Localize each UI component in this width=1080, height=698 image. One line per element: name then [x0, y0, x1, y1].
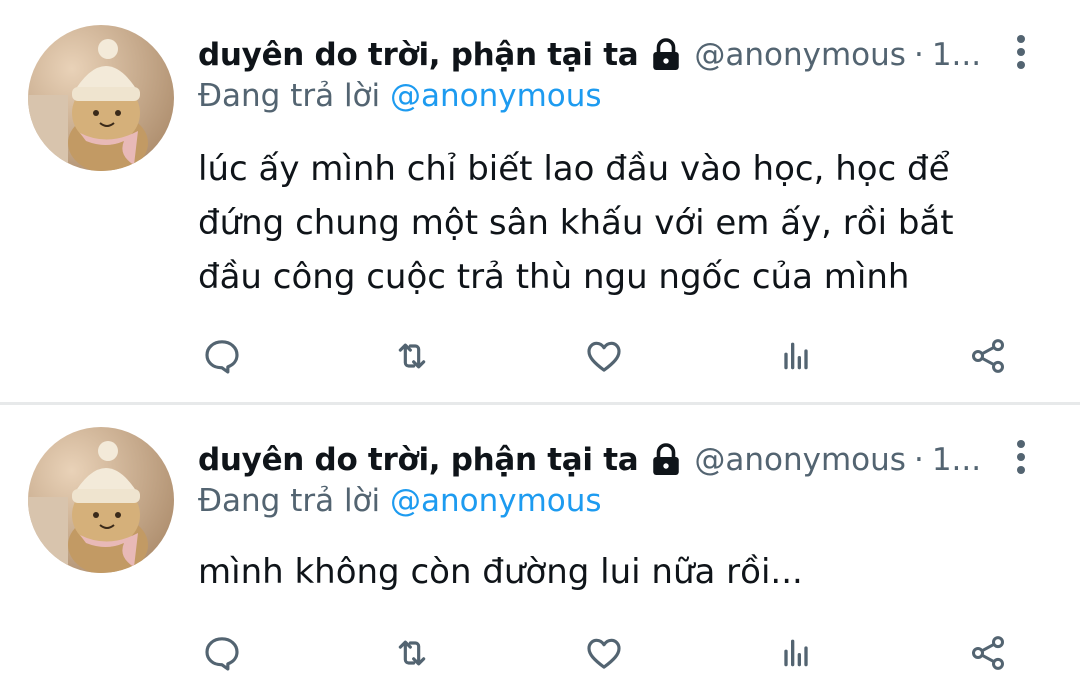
timestamp[interactable]: 1... [932, 442, 981, 478]
lock-icon [648, 442, 684, 478]
separator-dot: · [913, 37, 924, 73]
replying-to: Đang trả lời @anonymous [198, 483, 602, 527]
retweet-icon[interactable] [390, 631, 434, 675]
tweet-actions [0, 334, 1080, 384]
tweet[interactable]: duyên do trời, phận tại ta @anonymous · … [0, 0, 1080, 403]
more-vertical-icon[interactable] [1006, 437, 1036, 477]
replying-prefix: Đang trả lời [198, 483, 381, 519]
tweet-actions [0, 631, 1080, 681]
tweet-text: lúc ấy mình chỉ biết lao đầu vào học, họ… [198, 149, 954, 297]
timestamp[interactable]: 1... [932, 37, 981, 73]
display-name[interactable]: duyên do trời, phận tại ta [198, 442, 639, 478]
avatar-image [28, 25, 174, 171]
retweet-icon[interactable] [390, 334, 434, 378]
lock-icon [648, 37, 684, 73]
replying-prefix: Đang trả lời [198, 78, 381, 114]
user-handle[interactable]: @anonymous [694, 442, 906, 478]
share-icon[interactable] [966, 631, 1010, 675]
user-handle[interactable]: @anonymous [694, 37, 906, 73]
share-icon[interactable] [966, 334, 1010, 378]
separator-dot: · [913, 442, 924, 478]
avatar[interactable] [28, 25, 174, 171]
views-icon[interactable] [774, 334, 818, 378]
replying-to: Đang trả lời @anonymous [198, 78, 602, 122]
tweet-feed: duyên do trời, phận tại ta @anonymous · … [0, 0, 1080, 698]
tweet-header: duyên do trời, phận tại ta @anonymous · … [198, 435, 988, 485]
like-icon[interactable] [582, 631, 626, 675]
replying-mention[interactable]: @anonymous [390, 78, 602, 114]
more-vertical-icon[interactable] [1006, 32, 1036, 72]
like-icon[interactable] [582, 334, 626, 378]
replying-mention[interactable]: @anonymous [390, 483, 602, 519]
display-name[interactable]: duyên do trời, phận tại ta [198, 37, 639, 73]
reply-icon[interactable] [200, 334, 244, 378]
views-icon[interactable] [774, 631, 818, 675]
tweet-text: mình không còn đường lui nữa rồi... [198, 552, 803, 592]
avatar[interactable] [28, 427, 174, 573]
avatar-image [28, 427, 174, 573]
reply-icon[interactable] [200, 631, 244, 675]
tweet-header: duyên do trời, phận tại ta @anonymous · … [198, 30, 988, 80]
tweet[interactable]: duyên do trời, phận tại ta @anonymous · … [0, 405, 1080, 698]
